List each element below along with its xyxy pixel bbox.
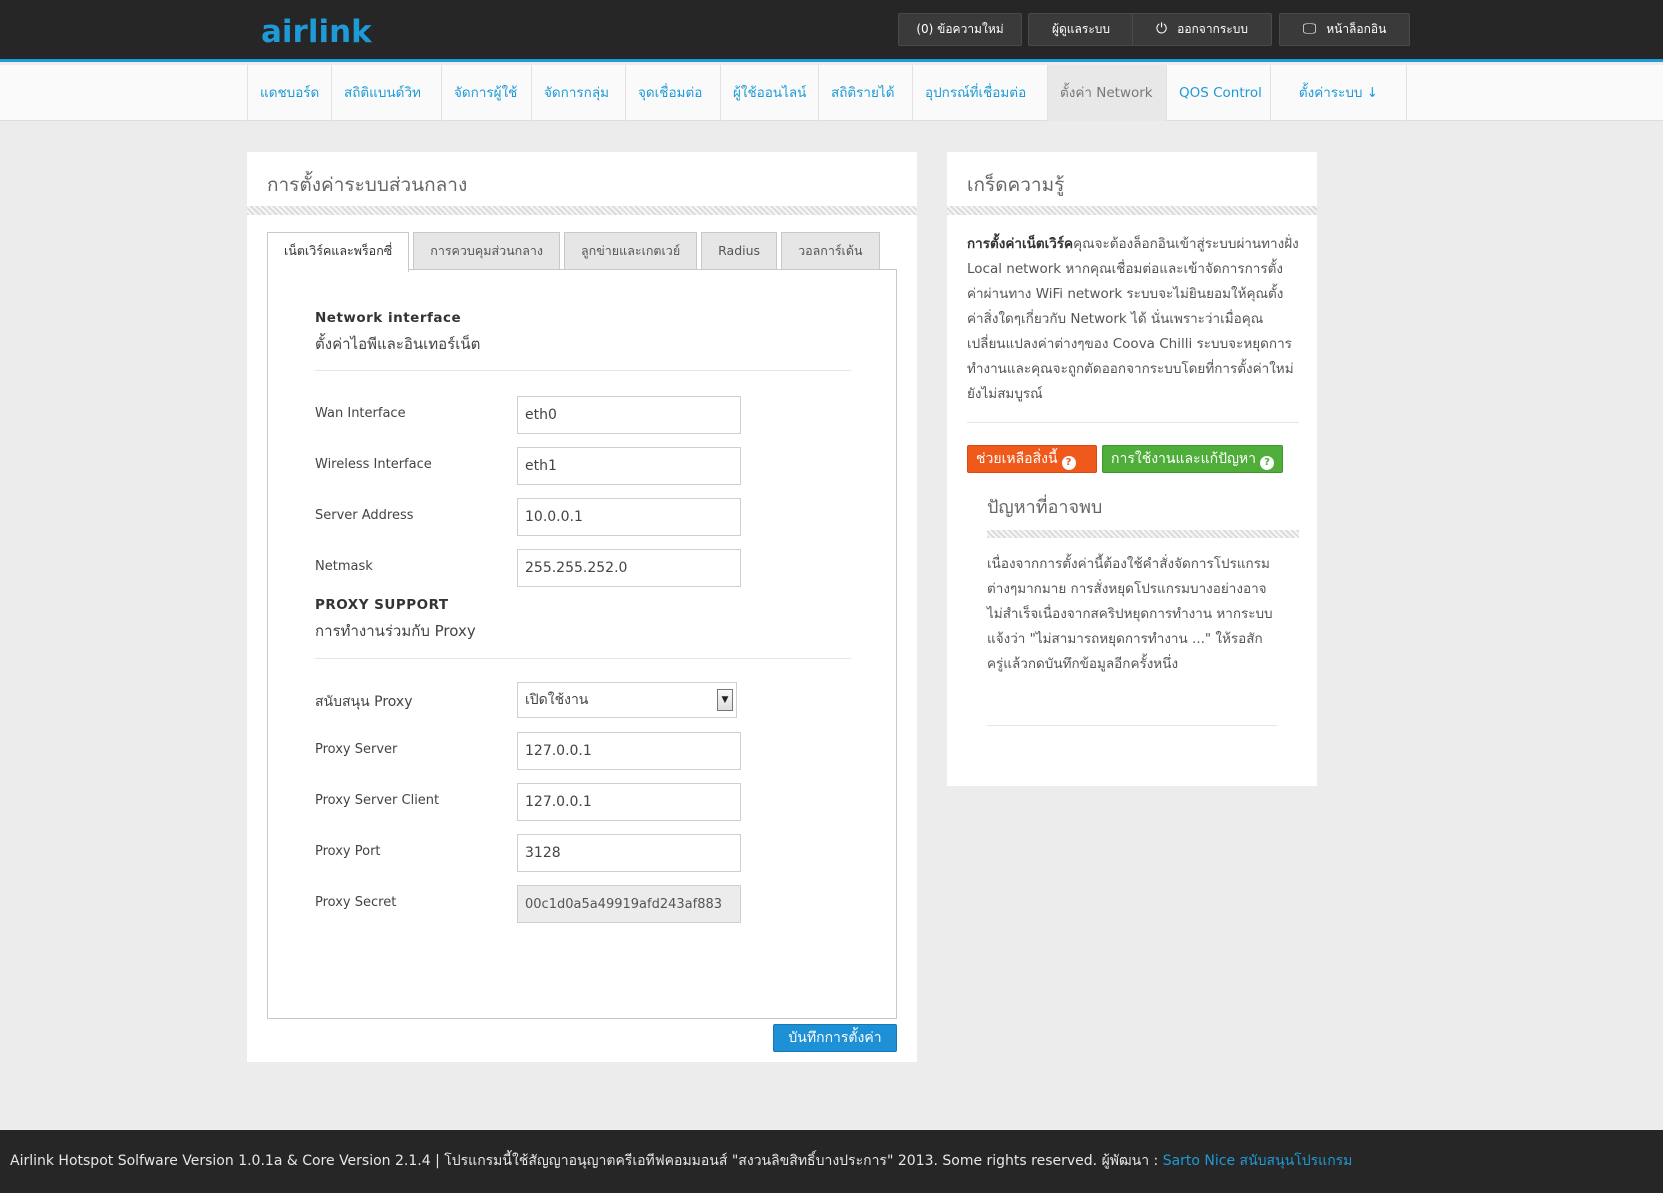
network-section-title: Network interface xyxy=(315,310,462,326)
proxy-server-input[interactable] xyxy=(517,732,741,770)
nav-system-settings[interactable]: ตั้งค่าระบบ ↓ xyxy=(1271,65,1407,121)
monitor-icon: 🖵 xyxy=(1302,21,1317,37)
tips-divider xyxy=(967,422,1299,423)
section-divider xyxy=(315,370,851,371)
wireless-interface-label: Wireless Interface xyxy=(315,457,432,472)
tip-bold: การตั้งค่าเน็ตเวิร์ค xyxy=(967,236,1074,252)
tips-panel-title: เกร็ดความรู้ xyxy=(947,152,1317,206)
power-icon: ⏻ xyxy=(1156,21,1168,37)
wireless-interface-input[interactable] xyxy=(517,447,741,485)
logout-button[interactable]: ⏻ ออกจากระบบ xyxy=(1132,13,1272,46)
nav-manage-users[interactable]: จัดการผู้ใช้ xyxy=(442,65,532,121)
messages-label: (0) ข้อความใหม่ xyxy=(916,22,1004,36)
tab-clients-gateway[interactable]: ลูกข่ายและเกตเวย์ xyxy=(564,232,698,270)
proxy-server-client-label: Proxy Server Client xyxy=(315,793,440,808)
tab-radius[interactable]: Radius xyxy=(701,232,778,270)
nav-qos-control[interactable]: QOS Control xyxy=(1167,65,1271,121)
developer-link[interactable]: Sarto Nice สนับสนุนโปรแกรม xyxy=(1163,1153,1353,1169)
proxy-server-label: Proxy Server xyxy=(315,742,398,757)
help-button[interactable]: ช่วยเหลือสิ่งนี้? xyxy=(967,445,1097,473)
logout-label: ออกจากระบบ xyxy=(1177,22,1248,36)
admin-label: ผู้ดูแลระบบ xyxy=(1051,22,1111,36)
server-address-input[interactable] xyxy=(517,498,741,536)
settings-panel: การตั้งค่าระบบส่วนกลาง เน็ตเวิร์คและพร็อ… xyxy=(247,152,917,1062)
proxy-secret-input[interactable] xyxy=(517,885,741,923)
app-logo[interactable]: airlink xyxy=(261,14,372,50)
proxy-server-client-input[interactable] xyxy=(517,783,741,821)
settings-tabs: เน็ตเวิร์คและพร็อกซี่ การควบคุมส่วนกลาง … xyxy=(267,232,880,272)
chevron-down-icon[interactable]: ▼ xyxy=(717,689,733,711)
section-divider xyxy=(315,658,851,659)
tab-network-proxy[interactable]: เน็ตเวิร์คและพร็อกซี่ xyxy=(267,232,410,272)
nav-dashboard[interactable]: แดชบอร์ด xyxy=(248,65,332,121)
nav-access-points[interactable]: จุดเชื่อมต่อ xyxy=(626,65,721,121)
netmask-label: Netmask xyxy=(315,559,373,574)
main-nav: แดชบอร์ด สถิติแบนด์วิท จัดการผู้ใช้ จัดก… xyxy=(247,65,1407,121)
netmask-input[interactable] xyxy=(517,549,741,587)
footer: Airlink Hotspot Solfware Version 1.0.1a … xyxy=(0,1130,1663,1193)
problems-divider xyxy=(987,530,1299,538)
nav-bandwidth-stats[interactable]: สถิติแบนด์วิท xyxy=(332,65,442,121)
problems-title: ปัญหาที่อาจพบ xyxy=(987,497,1103,518)
admin-button[interactable]: ผู้ดูแลระบบ xyxy=(1028,13,1134,46)
tips-panel: เกร็ดความรู้ การตั้งค่าเน็ตเวิร์คคุณจะต้… xyxy=(947,152,1317,786)
server-address-label: Server Address xyxy=(315,508,414,523)
proxy-support-select[interactable]: เปิดใช้งาน ▼ xyxy=(517,682,737,718)
tab-walled-garden[interactable]: วอลการ์เด้น xyxy=(781,232,880,270)
help-label: ช่วยเหลือสิ่งนี้ xyxy=(976,451,1058,467)
question-icon: ? xyxy=(1260,456,1274,470)
proxy-port-input[interactable] xyxy=(517,834,741,872)
main-nav-bar: แดชบอร์ด สถิติแบนด์วิท จัดการผู้ใช้ จัดก… xyxy=(0,65,1663,121)
header-divider xyxy=(947,206,1317,215)
nav-online-users[interactable]: ผู้ใช้ออนไลน์ xyxy=(721,65,819,121)
proxy-support-label: สนับสนุน Proxy xyxy=(315,694,413,710)
nav-connected-devices[interactable]: อุปกรณ์ที่เชื่อมต่อ xyxy=(913,65,1048,121)
guide-label: การใช้งานและแก้ปัญหา xyxy=(1111,451,1256,467)
wan-interface-label: Wan Interface xyxy=(315,406,406,421)
proxy-port-label: Proxy Port xyxy=(315,844,381,859)
footer-text: Airlink Hotspot Solfware Version 1.0.1a … xyxy=(10,1153,1163,1169)
question-icon: ? xyxy=(1061,456,1076,470)
proxy-secret-label: Proxy Secret xyxy=(315,895,397,910)
proxy-support-value: เปิดใช้งาน xyxy=(525,692,589,708)
save-settings-button[interactable]: บันทึกการตั้งค่า xyxy=(773,1024,897,1052)
wan-interface-input[interactable] xyxy=(517,396,741,434)
messages-button[interactable]: (0) ข้อความใหม่ xyxy=(898,13,1022,46)
nav-revenue-stats[interactable]: สถิติรายได้ xyxy=(819,65,913,121)
nav-network-settings[interactable]: ตั้งค่า Network xyxy=(1048,65,1167,121)
header-divider xyxy=(247,206,917,215)
login-page-label: หน้าล็อกอิน xyxy=(1326,22,1387,36)
proxy-section-subtitle: การทำงานร่วมกับ Proxy xyxy=(315,622,476,640)
login-page-button[interactable]: 🖵 หน้าล็อกอิน xyxy=(1279,13,1410,46)
network-section-subtitle: ตั้งค่าไอพีและอินเทอร์เน็ต xyxy=(315,335,481,353)
problems-text: เนื่องจากการตั้งค่านี้ต้องใช้คำสั่งจัดกา… xyxy=(987,556,1273,672)
guide-button[interactable]: การใช้งานและแก้ปัญหา? xyxy=(1102,445,1283,473)
problems-bottom-divider xyxy=(987,725,1277,726)
network-proxy-panel: Network interface ตั้งค่าไอพีและอินเทอร์… xyxy=(267,269,897,1019)
tip-text: การตั้งค่าเน็ตเวิร์คคุณจะต้องล็อกอินเข้า… xyxy=(967,232,1299,407)
top-bar: airlink (0) ข้อความใหม่ ผู้ดูแลระบบ ⏻ ออก… xyxy=(0,0,1663,62)
nav-manage-groups[interactable]: จัดการกลุ่ม xyxy=(532,65,626,121)
tip-content: คุณจะต้องล็อกอินเข้าสู่ระบบผ่านทางฝั่ง L… xyxy=(967,236,1299,402)
settings-panel-title: การตั้งค่าระบบส่วนกลาง xyxy=(247,152,917,206)
tab-central-control[interactable]: การควบคุมส่วนกลาง xyxy=(413,232,561,270)
proxy-section-title: PROXY SUPPORT xyxy=(315,597,449,613)
